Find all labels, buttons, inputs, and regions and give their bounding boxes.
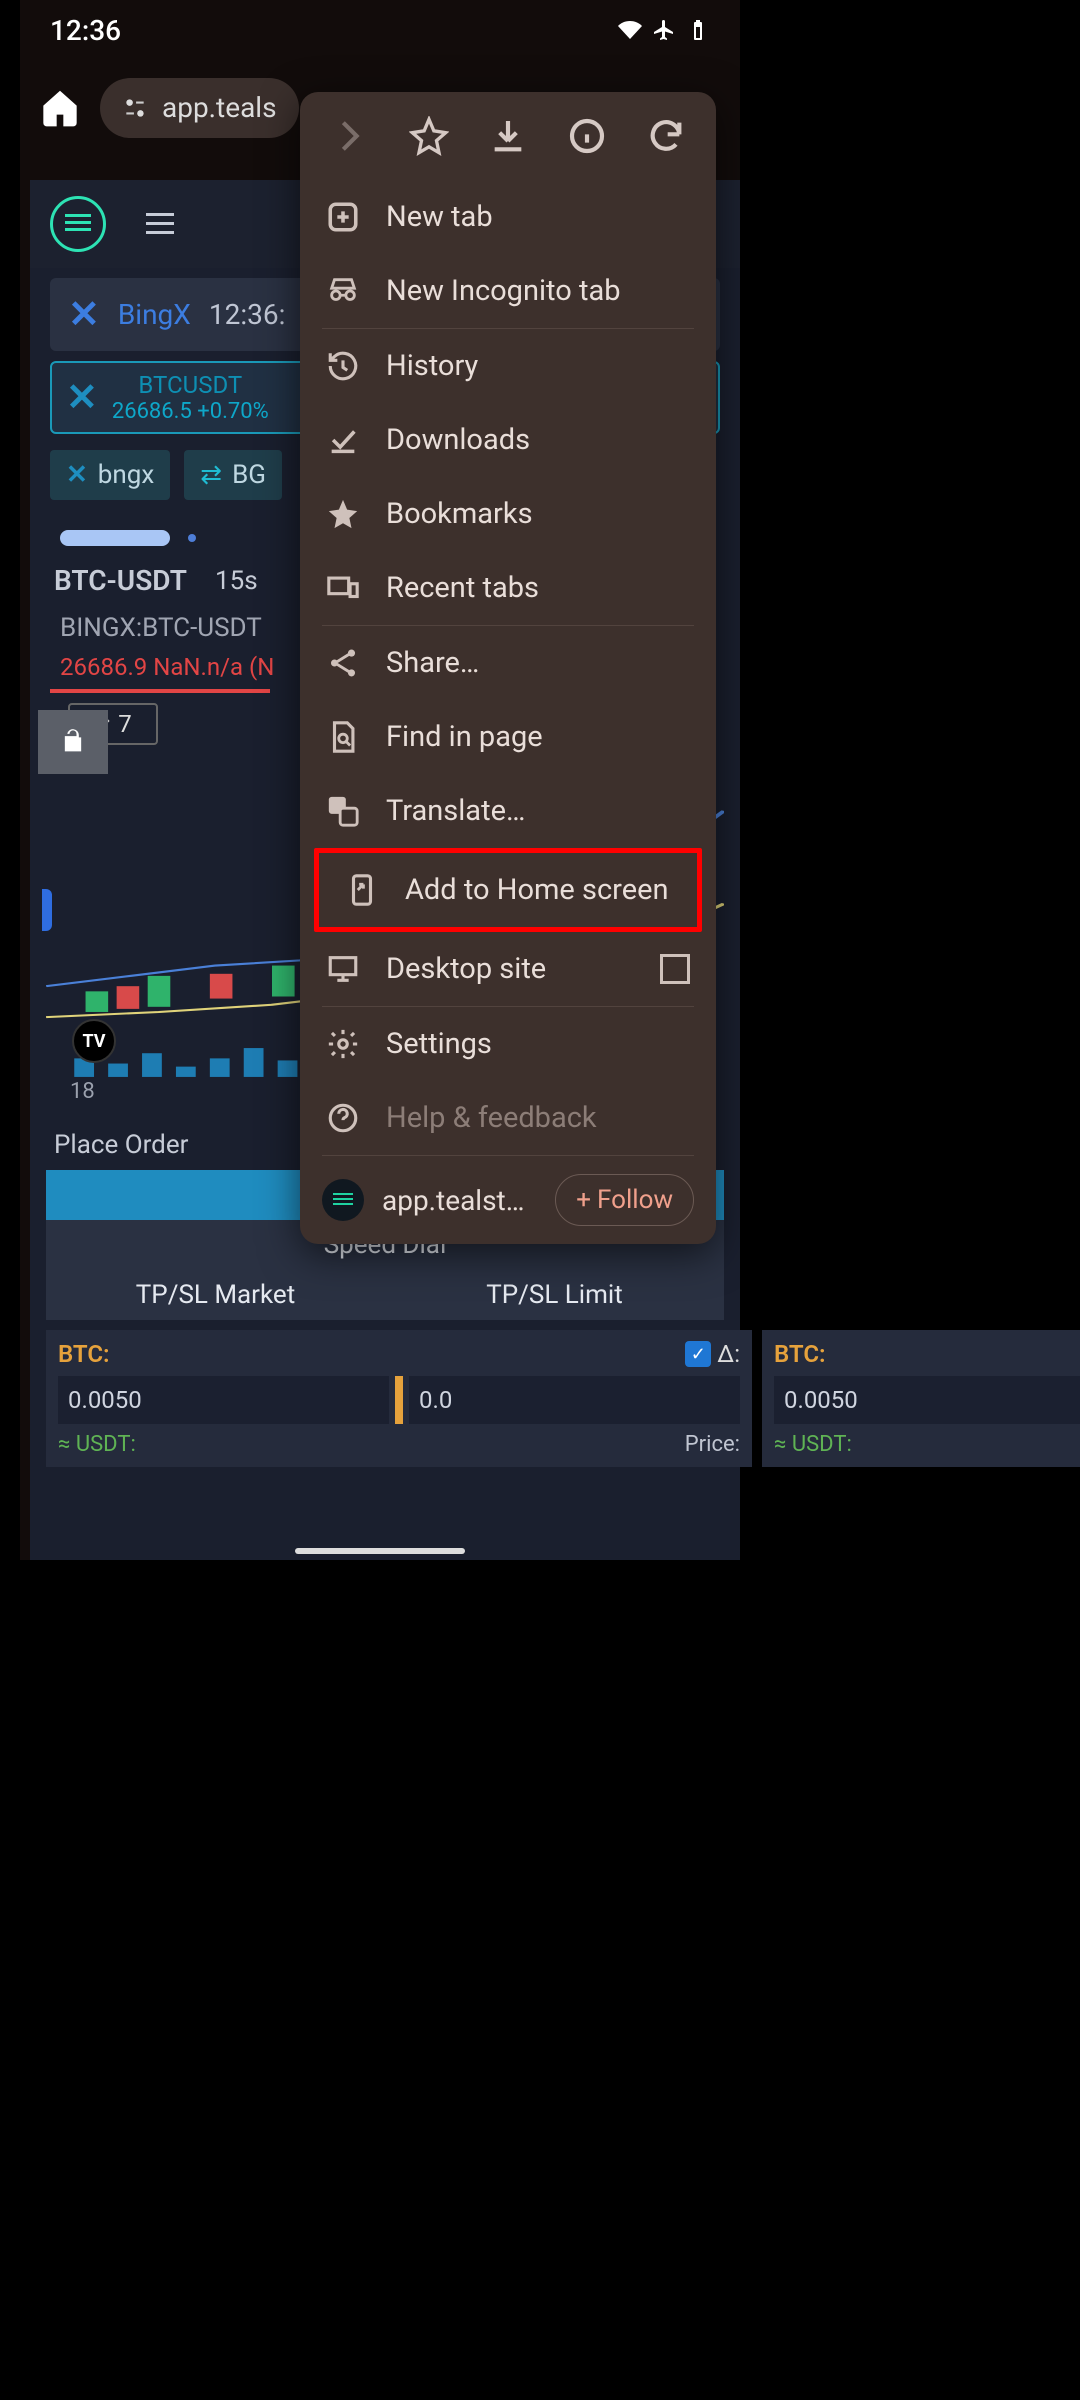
plus-icon: + (576, 1185, 591, 1215)
devices-icon (326, 571, 360, 605)
order-tab-tpsl-market[interactable]: TP/SL Market (46, 1270, 385, 1320)
exchange-chip-bg[interactable]: ⇄BG (184, 450, 282, 500)
airplane-icon (652, 18, 676, 42)
chart-timeframe[interactable]: 15s (215, 566, 258, 596)
site-favicon (322, 1179, 364, 1221)
menu-add-to-home[interactable]: Add to Home screen (319, 853, 697, 927)
delta-checkbox[interactable]: ✓ (685, 1341, 711, 1367)
check-underline-icon (326, 423, 360, 457)
tradingview-badge[interactable]: TV (72, 1019, 116, 1063)
status-time: 12:36 (50, 14, 121, 47)
menu-new-tab[interactable]: New tab (300, 180, 716, 254)
menu-label: Bookmarks (386, 497, 533, 531)
exchange-chip-bngx[interactable]: ✕bngx (50, 450, 170, 500)
delta-label: Δ: (717, 1340, 740, 1368)
dropdown-value: 7 (118, 710, 132, 738)
menu-translate[interactable]: Translate… (300, 774, 716, 848)
bingx-logo-icon: ✕ (68, 292, 100, 337)
menu-label: Help & feedback (386, 1101, 597, 1135)
incognito-icon (326, 274, 360, 308)
menu-label: Settings (386, 1027, 492, 1061)
site-settings-icon (122, 95, 148, 121)
menu-label: Share… (386, 646, 479, 680)
btc-label: BTC: (774, 1340, 826, 1368)
qty-input[interactable] (774, 1376, 1080, 1424)
banner-time: 12:36: (209, 298, 286, 331)
add-home-icon (345, 873, 379, 907)
menu-recent-tabs[interactable]: Recent tabs (300, 551, 716, 625)
plus-box-icon (326, 200, 360, 234)
menu-bookmarks[interactable]: Bookmarks (300, 477, 716, 551)
follow-label: Follow (597, 1185, 673, 1215)
order-tab-tpsl-limit[interactable]: TP/SL Limit (385, 1270, 724, 1320)
usdt-label: ≈ USDT: (774, 1432, 852, 1457)
wifi-icon (618, 18, 642, 42)
usdt-label: ≈ USDT: (58, 1432, 136, 1457)
download-icon[interactable] (488, 116, 528, 156)
star-filled-icon (326, 497, 360, 531)
find-page-icon (326, 720, 360, 754)
pair-price: 26686.5 +0.70% (112, 399, 269, 424)
tutorial-highlight: Add to Home screen (314, 848, 702, 932)
chip-label: bngx (98, 460, 154, 490)
url-text: app.teals (162, 91, 277, 124)
menu-label: Recent tabs (386, 571, 539, 605)
gear-icon (326, 1027, 360, 1061)
browser-menu: New tab New Incognito tab History Downlo… (300, 92, 716, 1244)
menu-label: New Incognito tab (386, 274, 621, 308)
indicator-pill (60, 530, 170, 546)
menu-incognito[interactable]: New Incognito tab (300, 254, 716, 328)
price-label: Price: (685, 1432, 740, 1457)
exchange-name: BingX (118, 298, 191, 331)
delta-input[interactable] (409, 1376, 740, 1424)
menu-share[interactable]: Share… (300, 626, 716, 700)
x-axis-label: 18 (70, 1079, 95, 1104)
star-icon[interactable] (409, 116, 449, 156)
menu-label: Find in page (386, 720, 543, 754)
desktop-checkbox[interactable] (660, 954, 690, 984)
menu-label: Desktop site (386, 952, 546, 986)
follow-button[interactable]: + Follow (555, 1174, 694, 1226)
menu-label: Downloads (386, 423, 530, 457)
follow-url: app.tealst… (382, 1184, 537, 1217)
btc-label: BTC: (58, 1340, 110, 1368)
order-cell-right: BTC: ✓ Δ: ≈ USDT: Price: (762, 1330, 1080, 1467)
menu-label: History (386, 349, 478, 383)
chip-label: BG (232, 460, 266, 490)
menu-label: New tab (386, 200, 493, 234)
home-icon[interactable] (40, 88, 80, 128)
input-divider (395, 1376, 403, 1424)
follow-site-row: app.tealst… + Follow (300, 1156, 716, 1244)
menu-desktop-site[interactable]: Desktop site (300, 932, 716, 1006)
status-bar: 12:36 (20, 0, 740, 60)
menu-find-in-page[interactable]: Find in page (300, 700, 716, 774)
reload-icon[interactable] (646, 116, 686, 156)
menu-history[interactable]: History (300, 329, 716, 403)
indicator-dot (188, 534, 196, 542)
status-underline (50, 689, 270, 693)
menu-settings[interactable]: Settings (300, 1007, 716, 1081)
order-cell-left: BTC: ✓ Δ: ≈ USDT: Price: (46, 1330, 752, 1467)
nav-handle[interactable] (295, 1548, 465, 1554)
menu-label: Add to Home screen (405, 873, 668, 907)
share-icon (326, 646, 360, 680)
info-icon[interactable] (567, 116, 607, 156)
menu-help[interactable]: Help & feedback (300, 1081, 716, 1155)
app-logo[interactable] (50, 196, 106, 252)
help-icon (326, 1101, 360, 1135)
chart-side-tab[interactable] (42, 889, 52, 931)
forward-icon[interactable] (330, 116, 370, 156)
history-icon (326, 349, 360, 383)
pair-logo-icon: ✕ (66, 375, 98, 420)
battery-icon (686, 18, 710, 42)
pair-symbol: BTCUSDT (138, 371, 242, 399)
chart-pair[interactable]: BTC-USDT (54, 564, 187, 597)
translate-icon (326, 794, 360, 828)
qty-input[interactable] (58, 1376, 389, 1424)
menu-downloads[interactable]: Downloads (300, 403, 716, 477)
desktop-icon (326, 952, 360, 986)
menu-label: Translate… (386, 794, 525, 828)
url-bar[interactable]: app.teals (100, 78, 299, 138)
hamburger-icon[interactable] (146, 213, 174, 235)
